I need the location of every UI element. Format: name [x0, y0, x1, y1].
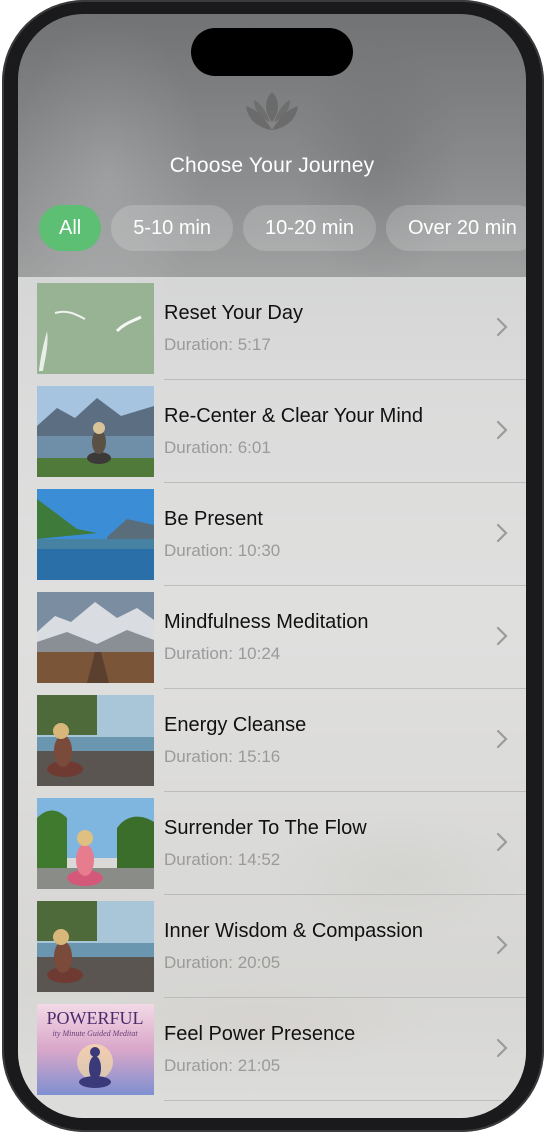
list-item[interactable]: Mindfulness Meditation Duration: 10:24	[18, 586, 526, 689]
thumbnail-reset-your-day	[37, 283, 154, 374]
thumbnail-inner-wisdom	[37, 901, 154, 992]
poster-subtitle: ity Minute Guided Meditat	[52, 1029, 138, 1038]
item-title: Energy Cleanse	[164, 714, 307, 736]
item-title: Reset Your Day	[164, 302, 303, 324]
phone-frame: Choose Your Journey All 5-10 min 10-20 min…	[0, 0, 546, 1134]
poster-title: POWERFUL	[46, 1008, 143, 1028]
thumbnail-mindfulness	[37, 592, 154, 683]
page-title: Choose Your Journey	[169, 154, 375, 177]
row-divider	[164, 1100, 526, 1101]
list-item[interactable]: Re-Center & Clear Your Mind Duration: 6:…	[18, 380, 526, 483]
item-duration: Duration: 21:05	[164, 1056, 281, 1075]
dynamic-island	[191, 28, 353, 76]
chevron-right-icon	[496, 935, 508, 955]
list-item[interactable]: Reset Your Day Duration: 5:17	[18, 277, 526, 380]
thumbnail-re-center	[37, 386, 154, 477]
item-duration: Duration: 14:52	[164, 850, 281, 869]
chevron-right-icon	[496, 626, 508, 646]
item-title: Feel Power Presence	[164, 1023, 356, 1045]
filter-chip-over-20[interactable]: Over 20 min	[385, 205, 526, 251]
item-title: Be Present	[164, 508, 263, 530]
chevron-right-icon	[496, 1038, 508, 1058]
lotus-icon	[246, 92, 298, 130]
item-duration: Duration: 5:17	[164, 335, 271, 354]
list-item[interactable]: Be Present Duration: 10:30	[18, 483, 526, 586]
list-item[interactable]: Surrender To The Flow Duration: 14:52	[18, 792, 526, 895]
item-duration: Duration: 10:24	[164, 644, 281, 663]
chevron-right-icon	[496, 832, 508, 852]
item-duration: Duration: 6:01	[164, 438, 271, 457]
item-duration: Duration: 15:16	[164, 747, 281, 766]
chevron-right-icon	[496, 420, 508, 440]
chevron-right-icon	[496, 523, 508, 543]
list-item[interactable]: POWERFUL ity Minute Guided Meditat Feel …	[18, 998, 526, 1101]
list-item[interactable]: Energy Cleanse Duration: 15:16	[18, 689, 526, 792]
app-screen: Choose Your Journey All 5-10 min 10-20 min…	[18, 14, 526, 1118]
filter-chip-5-10[interactable]: 5-10 min	[111, 205, 234, 251]
list-item[interactable]: Inner Wisdom & Compassion Duration: 20:0…	[18, 895, 526, 998]
filter-chip-all[interactable]: All	[39, 205, 102, 251]
item-title: Surrender To The Flow	[164, 817, 367, 839]
meditation-list: Reset Your Day Duration: 5:17 Re-Center …	[18, 277, 526, 1118]
thumbnail-feel-power: POWERFUL ity Minute Guided Meditat	[37, 1004, 154, 1095]
item-title: Re-Center & Clear Your Mind	[164, 405, 424, 427]
item-title: Inner Wisdom & Compassion	[164, 920, 423, 942]
item-title: Mindfulness Meditation	[164, 611, 369, 633]
item-duration: Duration: 10:30	[164, 541, 281, 560]
duration-filter-bar: All 5-10 min 10-20 min Over 20 min	[39, 205, 526, 251]
chevron-right-icon	[496, 729, 508, 749]
thumbnail-energy-cleanse	[37, 695, 154, 786]
filter-chip-10-20[interactable]: 10-20 min	[243, 205, 376, 251]
thumbnail-be-present	[37, 489, 154, 580]
thumbnail-surrender	[37, 798, 154, 889]
chevron-right-icon	[496, 317, 508, 337]
item-duration: Duration: 20:05	[164, 953, 281, 972]
